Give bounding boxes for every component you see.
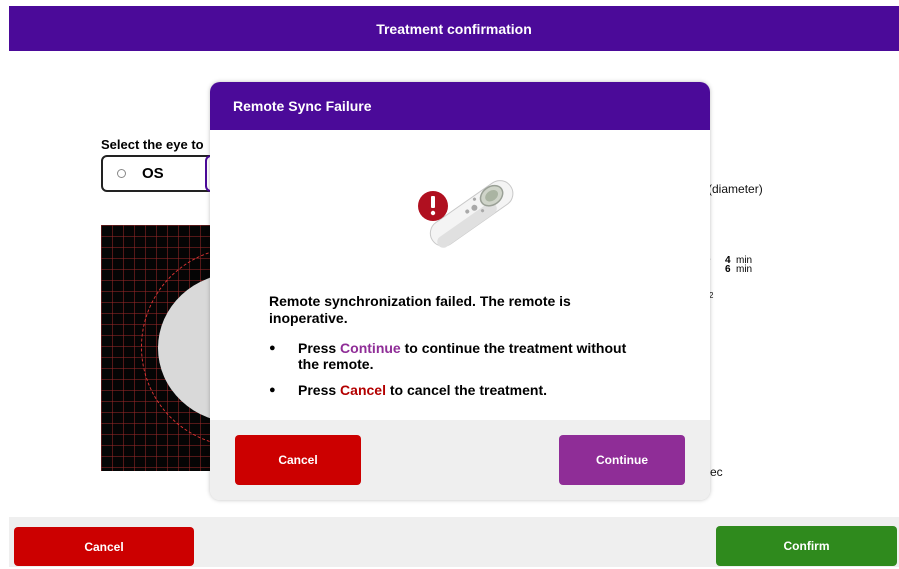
instruction-cancel: Press Cancel to cancel the treatment. [269,382,639,398]
dialog-continue-button[interactable]: Continue [559,435,685,485]
eye-option-label: OS [142,165,164,182]
continue-keyword: Continue [340,340,401,356]
time-unit: min [736,264,753,275]
dialog-instructions: Press Continue to continue the treatment… [269,340,639,408]
time-row-2: 6 min [725,265,752,275]
page-header: Treatment confirmation [9,6,899,51]
treatment-grid-preview [101,225,213,471]
instruction-text: Press [298,340,341,356]
confirm-button[interactable]: Confirm [716,526,897,566]
instruction-continue: Press Continue to continue the treatment… [269,340,639,372]
select-eye-label: Select the eye to [101,137,204,152]
cancel-keyword: Cancel [340,382,386,398]
remote-sync-failure-dialog: Remote Sync Failure Remote synchronizati… [210,82,710,500]
page-title: Treatment confirmation [376,20,532,37]
radio-icon[interactable] [117,169,126,178]
dialog-message: Remote synchronization failed. The remot… [269,293,571,326]
dialog-cancel-button[interactable]: Cancel [235,435,361,485]
seconds-text: ec [710,465,723,479]
remote-error-icon [418,180,514,248]
dialog-title: Remote Sync Failure [233,98,372,114]
cancel-button[interactable]: Cancel [14,527,194,566]
instruction-text: to cancel the treatment. [385,382,548,398]
eye-option-os[interactable]: OS [101,155,216,192]
instruction-text: Press [298,382,341,398]
time-value: 6 [725,264,731,275]
dialog-header: Remote Sync Failure [210,82,710,130]
